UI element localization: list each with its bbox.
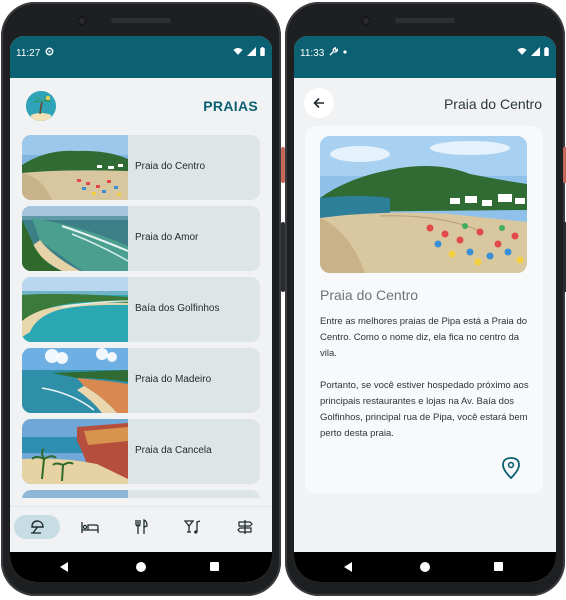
beach-thumbnail (22, 490, 128, 498)
beach-umbrella-icon (31, 520, 44, 534)
system-home-icon[interactable] (420, 562, 430, 572)
front-camera (77, 16, 87, 26)
beach-name: Praia da Cancela (135, 445, 212, 456)
nav-lodging[interactable] (73, 515, 107, 539)
beach-detail-card: Praia do Centro Entre as melhores praias… (305, 126, 543, 494)
cocktail-music-icon (184, 520, 201, 534)
signal-icon (531, 47, 540, 56)
beach-name: Baía dos Golfinhos (135, 303, 220, 314)
wifi-icon (517, 47, 527, 55)
beach-name: Praia do Amor (135, 232, 199, 243)
system-recents-icon[interactable] (210, 562, 219, 571)
bottom-navigation (10, 506, 272, 553)
signal-icon (247, 47, 256, 56)
description-paragraph: Portanto, se você estiver hospedado próx… (320, 380, 529, 439)
system-back-icon[interactable] (344, 562, 352, 572)
nav-tours[interactable] (228, 515, 262, 539)
status-bar: 11:27 (10, 36, 272, 78)
palm-tree-icon (26, 91, 56, 121)
notification-dot-icon (343, 49, 347, 54)
beach-thumbnail (22, 135, 128, 200)
beach-name: Praia do Madeiro (135, 374, 212, 385)
android-nav-bar (294, 552, 556, 582)
beach-name: Praia do Centro (135, 161, 206, 172)
screen-beach-detail: 11:33 Praia do Centro Praia do Centro En… (294, 36, 556, 582)
phone-left: 11:27 PRAIAS Praia do Centro Praia do Am… (1, 2, 285, 596)
beach-thumbnail (22, 206, 128, 271)
front-camera (361, 16, 371, 26)
android-nav-bar (10, 552, 272, 582)
beach-card-baia-dos-golfinhos[interactable]: Baía dos Golfinhos (22, 277, 260, 342)
beach-card-praia-do-madeiro[interactable]: Praia do Madeiro (22, 348, 260, 413)
app-header: PRAIAS (10, 78, 272, 132)
wrench-icon (329, 47, 338, 56)
map-pin-icon (502, 457, 520, 480)
status-time: 11:27 (16, 48, 41, 59)
system-home-icon[interactable] (136, 562, 146, 572)
battery-icon (260, 47, 265, 56)
beach-title: Praia do Centro (320, 287, 419, 303)
phone-right: 11:33 Praia do Centro Praia do Centro En… (285, 2, 566, 596)
status-time: 11:33 (300, 48, 325, 59)
battery-icon (544, 47, 549, 56)
sync-icon (45, 47, 54, 56)
beach-thumbnail (22, 419, 128, 484)
nav-nightlife[interactable] (176, 515, 210, 539)
beach-card-praia-da-cancela[interactable]: Praia da Cancela (22, 419, 260, 484)
speaker-grille (111, 18, 171, 23)
beach-card-praia-do-centro[interactable]: Praia do Centro (22, 135, 260, 200)
bed-icon (81, 522, 99, 533)
beach-card-praia-do-amor[interactable]: Praia do Amor (22, 206, 260, 271)
back-button[interactable] (304, 88, 334, 118)
nav-beaches[interactable] (14, 515, 60, 539)
page-title: Praia do Centro (443, 96, 542, 112)
signpost-icon (237, 520, 253, 534)
beach-thumbnail (22, 277, 128, 342)
beach-list[interactable]: Praia do Centro Praia do Amor Baía dos G… (22, 135, 260, 498)
wifi-icon (233, 47, 243, 55)
beach-hero-image (320, 136, 527, 273)
beach-description: Entre as melhores praias de Pipa está a … (320, 314, 534, 458)
speaker-grille (395, 18, 455, 23)
fork-knife-icon (135, 519, 148, 534)
page-title: PRAIAS (203, 98, 258, 114)
nav-restaurants[interactable] (124, 515, 158, 539)
description-paragraph: Entre as melhores praias de Pipa está a … (320, 316, 528, 359)
beach-thumbnail (22, 348, 128, 413)
beach-card-partial[interactable] (22, 490, 260, 498)
detail-header: Praia do Centro (294, 78, 556, 128)
status-bar: 11:33 (294, 36, 556, 78)
screen-beach-list: 11:27 PRAIAS Praia do Centro Praia do Am… (10, 36, 272, 582)
open-map-button[interactable] (500, 456, 522, 480)
system-back-icon[interactable] (60, 562, 68, 572)
arrow-left-icon (313, 97, 324, 109)
system-recents-icon[interactable] (494, 562, 503, 571)
